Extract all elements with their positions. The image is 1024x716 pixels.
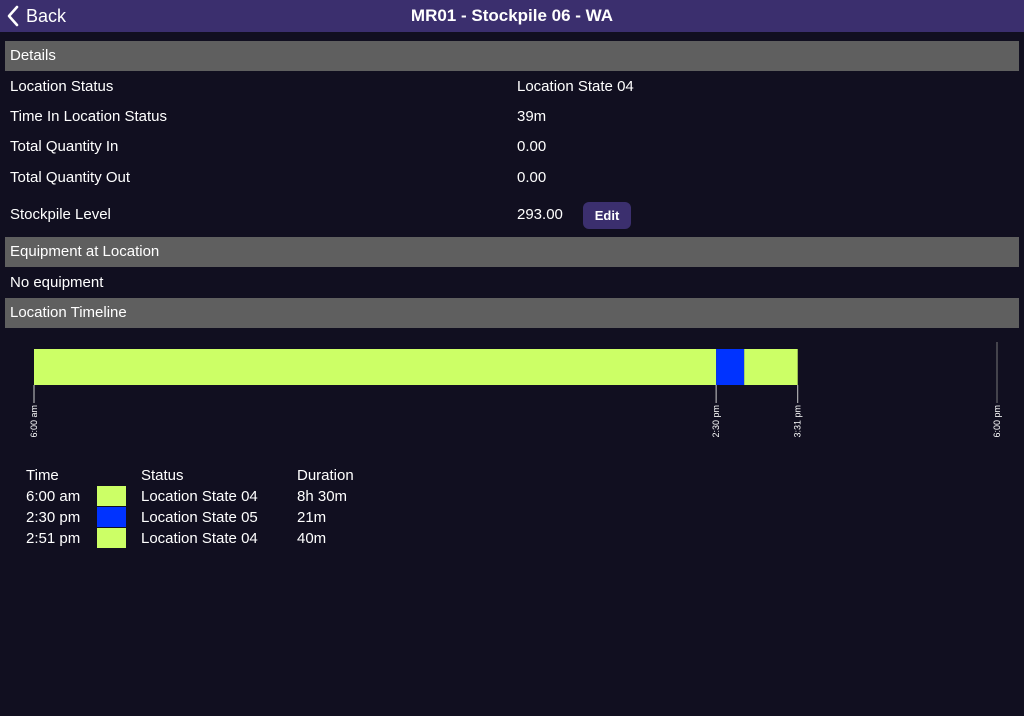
equipment-section-header: Equipment at Location xyxy=(5,237,1019,267)
legend-status: Location State 04 xyxy=(141,530,258,547)
timeline-tick-label: 2:30 pm xyxy=(711,405,721,438)
legend-status: Location State 04 xyxy=(141,488,258,505)
legend-color-swatch xyxy=(97,528,126,548)
legend-color-swatch xyxy=(97,486,126,506)
timeline-segment xyxy=(744,349,798,385)
location-timeline-chart: 6:00 am 2:30 pm 3:31 pm 6:00 pm xyxy=(29,342,1002,438)
legend-duration: 40m xyxy=(297,530,327,547)
legend-time-header: Time xyxy=(26,467,59,484)
legend-status: Location State 05 xyxy=(141,509,258,526)
legend-time: 2:30 pm xyxy=(26,509,81,526)
page-title: MR01 - Stockpile 06 - WA xyxy=(410,6,614,25)
timeline-segment xyxy=(34,349,717,385)
no-equipment-text: No equipment xyxy=(10,274,104,291)
legend-color-swatch xyxy=(97,507,126,527)
total-quantity-in-value: 0.00 xyxy=(517,138,547,155)
timeline-tick-label: 3:31 pm xyxy=(793,405,803,438)
total-quantity-out-value: 0.00 xyxy=(517,169,547,186)
legend-time: 6:00 am xyxy=(26,488,81,505)
legend-duration: 8h 30m xyxy=(297,488,348,505)
legend-time: 2:51 pm xyxy=(26,530,81,547)
legend-duration: 21m xyxy=(297,509,327,526)
legend-status-header: Status xyxy=(141,467,184,484)
total-quantity-in-label: Total Quantity In xyxy=(10,138,119,155)
timeline-tick-label: 6:00 am xyxy=(29,405,39,438)
time-in-status-value: 39m xyxy=(517,108,547,125)
total-quantity-out-label: Total Quantity Out xyxy=(10,169,131,186)
timeline-segment xyxy=(716,349,745,385)
location-status-value: Location State 04 xyxy=(517,78,634,95)
details-section-header: Details xyxy=(5,41,1019,71)
stockpile-level-value: 293.00 xyxy=(517,206,563,223)
location-status-label: Location Status xyxy=(10,78,114,95)
timeline-tick-label: 6:00 pm xyxy=(992,405,1002,438)
navigation-bar: Back MR01 - Stockpile 06 - WA xyxy=(0,0,1024,32)
edit-stockpile-level-button[interactable]: Edit xyxy=(583,202,631,229)
stockpile-level-label: Stockpile Level xyxy=(10,206,111,223)
legend-duration-header: Duration xyxy=(297,467,354,484)
time-in-status-label: Time In Location Status xyxy=(10,108,168,125)
timeline-section-header: Location Timeline xyxy=(5,298,1019,328)
